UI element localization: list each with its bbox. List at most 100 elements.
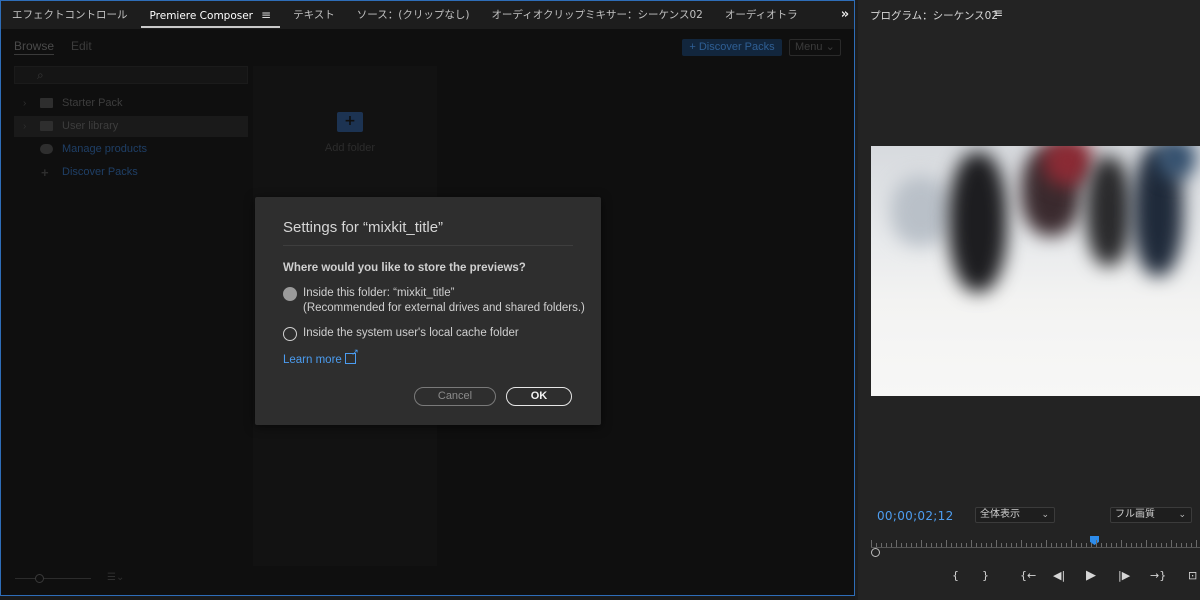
tab-text[interactable]: テキスト	[282, 1, 346, 29]
tab-audio-clip-mixer[interactable]: オーディオクリップミキサー：シーケンス02	[480, 1, 713, 29]
chevron-right-icon: ›	[23, 121, 27, 132]
ruler-tick	[1016, 543, 1017, 547]
cancel-button[interactable]: Cancel	[414, 387, 496, 406]
panel-tab-bar: エフェクトコントロール Premiere Composer ≡ テキスト ソース：…	[1, 1, 854, 29]
radio-unselected-icon[interactable]	[283, 327, 297, 341]
ruler-tick	[1021, 540, 1022, 547]
sidebar-item-label: Manage products	[62, 143, 147, 155]
plus-icon: +	[41, 165, 49, 180]
step-back-icon[interactable]: ◀|	[1053, 566, 1065, 586]
learn-more-link[interactable]: Learn more	[283, 348, 359, 366]
ruler-tick	[1046, 540, 1047, 547]
select-value: フル画質	[1115, 509, 1155, 520]
ruler-tick	[1051, 543, 1052, 547]
tab-edit[interactable]: Edit	[71, 39, 92, 53]
tab-label: オーディオトラ	[724, 9, 798, 21]
ruler-tick	[996, 540, 997, 547]
sidebar-item-starter-pack[interactable]: › Starter Pack	[14, 93, 248, 114]
external-link-icon	[344, 348, 359, 364]
thumbnail-size-slider[interactable]	[15, 574, 91, 583]
ruler-tick	[1191, 543, 1192, 547]
zoom-level-select[interactable]: 全体表示 ⌄	[975, 507, 1055, 523]
insert-icon[interactable]: ⊡	[1188, 566, 1197, 586]
bottom-strip	[0, 596, 855, 600]
ruler-tick	[1151, 543, 1152, 547]
select-value: 全体表示	[980, 509, 1020, 520]
panel-menu-icon[interactable]: ≡	[261, 1, 271, 29]
ruler-tick	[1001, 543, 1002, 547]
tab-label: ソース：(クリップなし)	[356, 9, 470, 21]
panel-menu-icon[interactable]: ≡	[993, 6, 1003, 20]
cloud-icon	[40, 144, 53, 154]
play-icon[interactable]: ▶	[1086, 566, 1096, 586]
ruler-tick	[991, 543, 992, 547]
chevron-right-icon: ›	[23, 98, 27, 109]
option-text: Inside this folder: “mixkit_title”	[303, 287, 455, 299]
search-icon: ⌕	[37, 68, 44, 82]
ruler-tick	[966, 543, 967, 547]
sidebar-item-manage-products[interactable]: Manage products	[14, 139, 248, 160]
ruler-tick	[1031, 543, 1032, 547]
go-to-in-icon[interactable]: {←	[1020, 566, 1036, 586]
radio-selected-icon[interactable]	[283, 287, 297, 301]
ruler-tick	[1111, 543, 1112, 547]
ok-button[interactable]: OK	[506, 387, 572, 406]
ruler-tick	[971, 540, 972, 547]
ruler-tick	[1056, 543, 1057, 547]
ruler-tick	[1096, 540, 1097, 547]
ruler-tick	[961, 543, 962, 547]
blur-shape	[1043, 146, 1093, 186]
ruler-tick	[1066, 543, 1067, 547]
option-note: (Recommended for external drives and sha…	[303, 302, 585, 314]
ruler-tick	[1071, 540, 1072, 547]
folder-icon	[40, 98, 53, 108]
discover-packs-button[interactable]: + Discover Packs	[682, 39, 782, 56]
mark-in-icon[interactable]: {	[952, 566, 959, 586]
tab-label: テキスト	[293, 9, 335, 21]
add-folder-button[interactable]: Add folder	[314, 112, 386, 154]
mark-out-icon[interactable]: }	[982, 566, 989, 586]
ruler-tick	[921, 540, 922, 547]
ruler-tick	[886, 543, 887, 547]
dialog-divider	[283, 245, 573, 246]
ruler-tick	[1131, 543, 1132, 547]
view-mode-icon[interactable]: ☰⌄	[107, 572, 124, 583]
tab-audio-track[interactable]: オーディオトラ	[714, 1, 809, 29]
composer-menu-button[interactable]: Menu ⌄	[789, 39, 841, 56]
tab-source[interactable]: ソース：(クリップなし)	[346, 1, 481, 29]
playback-resolution-select[interactable]: フル画質 ⌄	[1110, 507, 1192, 523]
ruler-tick	[1176, 543, 1177, 547]
sidebar-item-discover-packs[interactable]: + Discover Packs	[14, 162, 248, 183]
search-input[interactable]: ⌕	[14, 66, 248, 84]
ruler-baseline	[871, 547, 1200, 548]
program-monitor-panel: プログラム：シーケンス02 ≡ 00;00;02;12 全体表示 ⌄ フル画質 ⌄ …	[858, 0, 1200, 600]
composer-topbar: Browse Edit + Discover Packs Menu ⌄	[1, 29, 854, 65]
tab-browse[interactable]: Browse	[14, 39, 55, 55]
playhead-timecode[interactable]: 00;00;02;12	[877, 509, 954, 523]
sidebar-item-user-library[interactable]: › User library	[14, 116, 248, 137]
tab-label: エフェクトコントロール	[12, 9, 128, 21]
step-forward-icon[interactable]: |▶	[1118, 566, 1130, 586]
ruler-tick	[1161, 543, 1162, 547]
slider-handle[interactable]	[35, 574, 44, 583]
zoom-scroll-handle[interactable]	[871, 548, 880, 557]
ruler-tick	[1166, 543, 1167, 547]
ruler-tick	[901, 543, 902, 547]
ruler-tick	[986, 543, 987, 547]
blur-shape	[1086, 156, 1131, 266]
go-to-out-icon[interactable]: →}	[1150, 566, 1166, 586]
ruler-tick	[1146, 540, 1147, 547]
ruler-tick	[936, 543, 937, 547]
sidebar-item-label: User library	[62, 120, 119, 132]
tab-premiere-composer[interactable]: Premiere Composer ≡	[139, 1, 283, 29]
dialog-question: Where would you like to store the previe…	[283, 262, 526, 274]
tab-overflow-icon[interactable]: »	[838, 1, 852, 29]
tab-effect-controls[interactable]: エフェクトコントロール	[1, 1, 139, 29]
learn-more-label: Learn more	[283, 354, 342, 366]
ruler-tick	[946, 540, 947, 547]
preview-settings-dialog: Settings for “mixkit_title” Where would …	[255, 197, 601, 425]
ruler-tick	[1061, 543, 1062, 547]
add-folder-icon	[337, 112, 363, 132]
ruler-tick	[1026, 543, 1027, 547]
time-ruler[interactable]	[871, 536, 1200, 548]
